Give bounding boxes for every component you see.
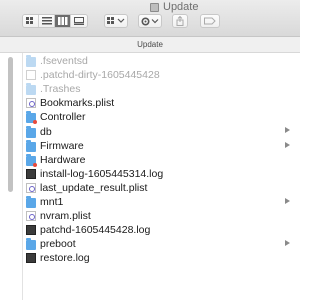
share-icon (176, 16, 184, 26)
log-file-icon (26, 168, 36, 179)
path-bar-label: Update (137, 40, 163, 49)
file-name: install-log-1605445314.log (40, 167, 164, 180)
gallery-view-button[interactable] (71, 15, 87, 27)
window-title-text: Update (163, 1, 199, 13)
file-name: .patchd-dirty-1605445428 (40, 69, 160, 82)
folder-icon (26, 125, 36, 138)
plist-file-icon (26, 98, 36, 109)
file-list-item[interactable]: last_update_result.plist (23, 181, 300, 195)
list-view-button[interactable] (39, 15, 55, 27)
icon-view-icon (25, 17, 33, 24)
file-list-item[interactable]: restore.log (23, 251, 300, 265)
share-button[interactable] (172, 14, 188, 28)
file-name: Firmware (40, 139, 84, 152)
gear-icon (141, 16, 159, 26)
file-name: mnt1 (40, 195, 64, 208)
path-bar: Update (0, 37, 300, 53)
file-name: db (40, 125, 52, 138)
window-titlebar: Update (0, 0, 300, 37)
file-name: Controller (40, 111, 86, 124)
window-title: Update (150, 0, 198, 14)
folder-icon (26, 55, 36, 68)
file-list-item[interactable]: install-log-1605445314.log (23, 167, 300, 181)
file-list-item[interactable]: Controller (23, 110, 300, 125)
group-menu-button[interactable] (104, 14, 128, 28)
file-list-item[interactable]: mnt1 (23, 195, 300, 209)
folder-icon (26, 238, 36, 251)
file-name: patchd-1605445428.log (40, 224, 151, 237)
file-icon (26, 70, 36, 81)
file-name: preboot (40, 238, 76, 251)
chevron-right-icon (285, 240, 290, 247)
plist-file-icon (26, 182, 36, 193)
tag-button[interactable] (200, 14, 220, 28)
file-list: .fseventsd .patchd-dirty-1605445428 .Trash… (23, 54, 300, 265)
log-file-icon (26, 253, 36, 264)
file-list-item[interactable]: .Trashes (23, 82, 300, 96)
view-mode-selector[interactable] (22, 14, 88, 28)
folder-badge-icon (26, 111, 37, 125)
file-name: .fseventsd (40, 55, 88, 68)
icon-view-button[interactable] (23, 15, 39, 27)
folder-icon (26, 195, 36, 208)
file-list-item[interactable]: Firmware (23, 139, 300, 153)
file-name: last_update_result.plist (40, 181, 148, 194)
file-list-item[interactable]: patchd-1605445428.log (23, 223, 300, 237)
drive-icon (150, 2, 159, 12)
folder-icon (26, 139, 36, 152)
file-list-item[interactable]: .patchd-dirty-1605445428 (23, 68, 300, 82)
column-view-icon (57, 17, 67, 25)
plist-file-icon (26, 211, 36, 222)
column-view-button[interactable] (55, 15, 71, 27)
list-view-icon (41, 17, 52, 25)
file-name: nvram.plist (40, 210, 91, 223)
file-name: .Trashes (40, 83, 81, 96)
action-menu-button[interactable] (138, 14, 162, 28)
gallery-view-icon (74, 17, 84, 25)
file-list-item[interactable]: db (23, 124, 300, 138)
chevron-right-icon (285, 197, 290, 204)
group-icon (107, 17, 125, 24)
chevron-right-icon (285, 127, 290, 134)
file-name: Bookmarks.plist (40, 97, 115, 110)
file-list-item[interactable]: nvram.plist (23, 209, 300, 223)
file-list-item[interactable]: preboot (23, 237, 300, 251)
folder-badge-icon (26, 153, 37, 167)
file-name: Hardware (40, 153, 86, 166)
folder-icon (26, 83, 36, 96)
file-list-item[interactable]: Bookmarks.plist (23, 96, 300, 110)
scrollbar-thumb[interactable] (8, 57, 13, 192)
chevron-right-icon (285, 141, 290, 148)
file-name: restore.log (40, 252, 90, 265)
file-list-item[interactable]: Hardware (23, 153, 300, 167)
file-list-item[interactable]: .fseventsd (23, 54, 300, 68)
tag-icon (204, 17, 216, 25)
log-file-icon (26, 225, 36, 236)
